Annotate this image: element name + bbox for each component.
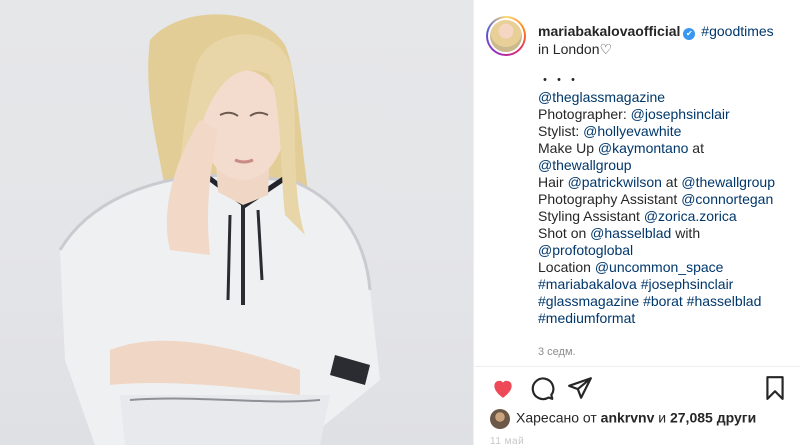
- comment-icon: [531, 377, 555, 401]
- paper-plane-icon: [568, 377, 592, 399]
- caption-line: Make Up @kaymontano at: [538, 140, 788, 157]
- post-photo[interactable]: [0, 0, 473, 445]
- heart-filled-icon: [494, 380, 512, 398]
- post-meta: mariabakalovaofficial ✔ #goodtimes in Lon…: [538, 22, 793, 58]
- caption-text: Make Up: [538, 140, 598, 156]
- mention-link[interactable]: @thewallgroup: [681, 174, 775, 190]
- hashtag-link[interactable]: #mariabakalova: [538, 276, 637, 292]
- mention-link[interactable]: @theglassmagazine: [538, 89, 665, 105]
- caption-text: Styling Assistant: [538, 208, 644, 224]
- hashtag-link[interactable]: #borat: [643, 293, 683, 309]
- hashtag-link[interactable]: #josephsinclair: [641, 276, 734, 292]
- caption-text: at: [661, 174, 682, 190]
- header-hashtag[interactable]: #goodtimes: [701, 23, 773, 39]
- likes-count[interactable]: 27,085 други: [670, 410, 756, 426]
- caption-text: Photographer:: [538, 106, 631, 122]
- location-text: in London: [538, 41, 600, 57]
- liker-username[interactable]: ankrvnv: [601, 410, 655, 426]
- caption-line: @theglassmagazine: [538, 89, 788, 106]
- mention-link[interactable]: @kaymontano: [598, 140, 688, 156]
- caption-line: #mariabakalova #josephsinclair: [538, 276, 788, 293]
- caption-text: ・・・: [538, 72, 580, 88]
- likes-middle: и: [654, 409, 670, 426]
- likes-prefix: Харесано от: [516, 409, 601, 426]
- caption-line: Location @uncommon_space: [538, 259, 788, 276]
- divider: [474, 366, 800, 367]
- comment-button[interactable]: [529, 375, 557, 403]
- hashtag-link[interactable]: #mediumformat: [538, 310, 635, 326]
- action-bar: [490, 375, 790, 403]
- caption-line: #glassmagazine #borat #hasselblad: [538, 293, 788, 310]
- hashtag-link[interactable]: #hasselblad: [687, 293, 762, 309]
- username-link[interactable]: mariabakalovaofficial: [538, 23, 680, 39]
- post-photo-illustration: [58, 14, 380, 445]
- liker-avatar[interactable]: [490, 409, 510, 429]
- post-details-panel: mariabakalovaofficial ✔ #goodtimes in Lon…: [473, 0, 800, 445]
- likes-summary: Харесано от ankrvnv и 27,085 други: [490, 409, 756, 431]
- caption-line: Styling Assistant @zorica.zorica: [538, 208, 788, 225]
- mention-link[interactable]: @josephsinclair: [631, 106, 730, 122]
- mention-link[interactable]: @connortegan: [681, 191, 773, 207]
- caption-text: Shot on: [538, 225, 591, 241]
- mention-link[interactable]: @uncommon_space: [595, 259, 724, 275]
- caption-text: with: [671, 225, 701, 241]
- share-button[interactable]: [567, 375, 595, 403]
- post-date: 11 май: [490, 436, 525, 445]
- caption-line: @thewallgroup: [538, 157, 788, 174]
- verified-badge-icon: ✔: [683, 28, 696, 40]
- mention-link[interactable]: @profotoglobal: [538, 242, 633, 258]
- caption-line: Shot on @hasselblad with: [538, 225, 788, 242]
- caption-line: #mediumformat: [538, 310, 788, 327]
- caption-line: Photography Assistant @connortegan: [538, 191, 788, 208]
- mention-link[interactable]: @hollyevawhite: [583, 123, 681, 139]
- hashtag-link[interactable]: #glassmagazine: [538, 293, 639, 309]
- bookmark-icon: [766, 376, 784, 400]
- heart-outline-icon: ♡: [599, 41, 613, 57]
- caption-line: Hair @patrickwilson at @thewallgroup: [538, 174, 788, 191]
- mention-link[interactable]: @thewallgroup: [538, 157, 632, 173]
- post-time-ago[interactable]: 3 седм.: [538, 346, 576, 358]
- caption-text: Stylist:: [538, 123, 584, 139]
- like-button[interactable]: [490, 375, 518, 403]
- caption-line: Photographer: @josephsinclair: [538, 106, 788, 123]
- caption-text: at: [688, 140, 704, 156]
- mention-link[interactable]: @hasselblad: [590, 225, 671, 241]
- caption-line: @profotoglobal: [538, 242, 788, 259]
- caption-line: Stylist: @hollyevawhite: [538, 123, 788, 140]
- mention-link[interactable]: @patrickwilson: [568, 174, 662, 190]
- avatar[interactable]: [486, 16, 526, 56]
- caption-text: Location: [538, 259, 595, 275]
- save-button[interactable]: [762, 375, 790, 403]
- caption-text: Photography Assistant: [538, 191, 682, 207]
- caption-text: Hair: [538, 174, 568, 190]
- mention-link[interactable]: @zorica.zorica: [644, 208, 737, 224]
- avatar-image: [488, 18, 524, 54]
- post-caption: ・・・ @theglassmagazine Photographer: @josep…: [538, 72, 788, 327]
- caption-line: ・・・: [538, 72, 788, 89]
